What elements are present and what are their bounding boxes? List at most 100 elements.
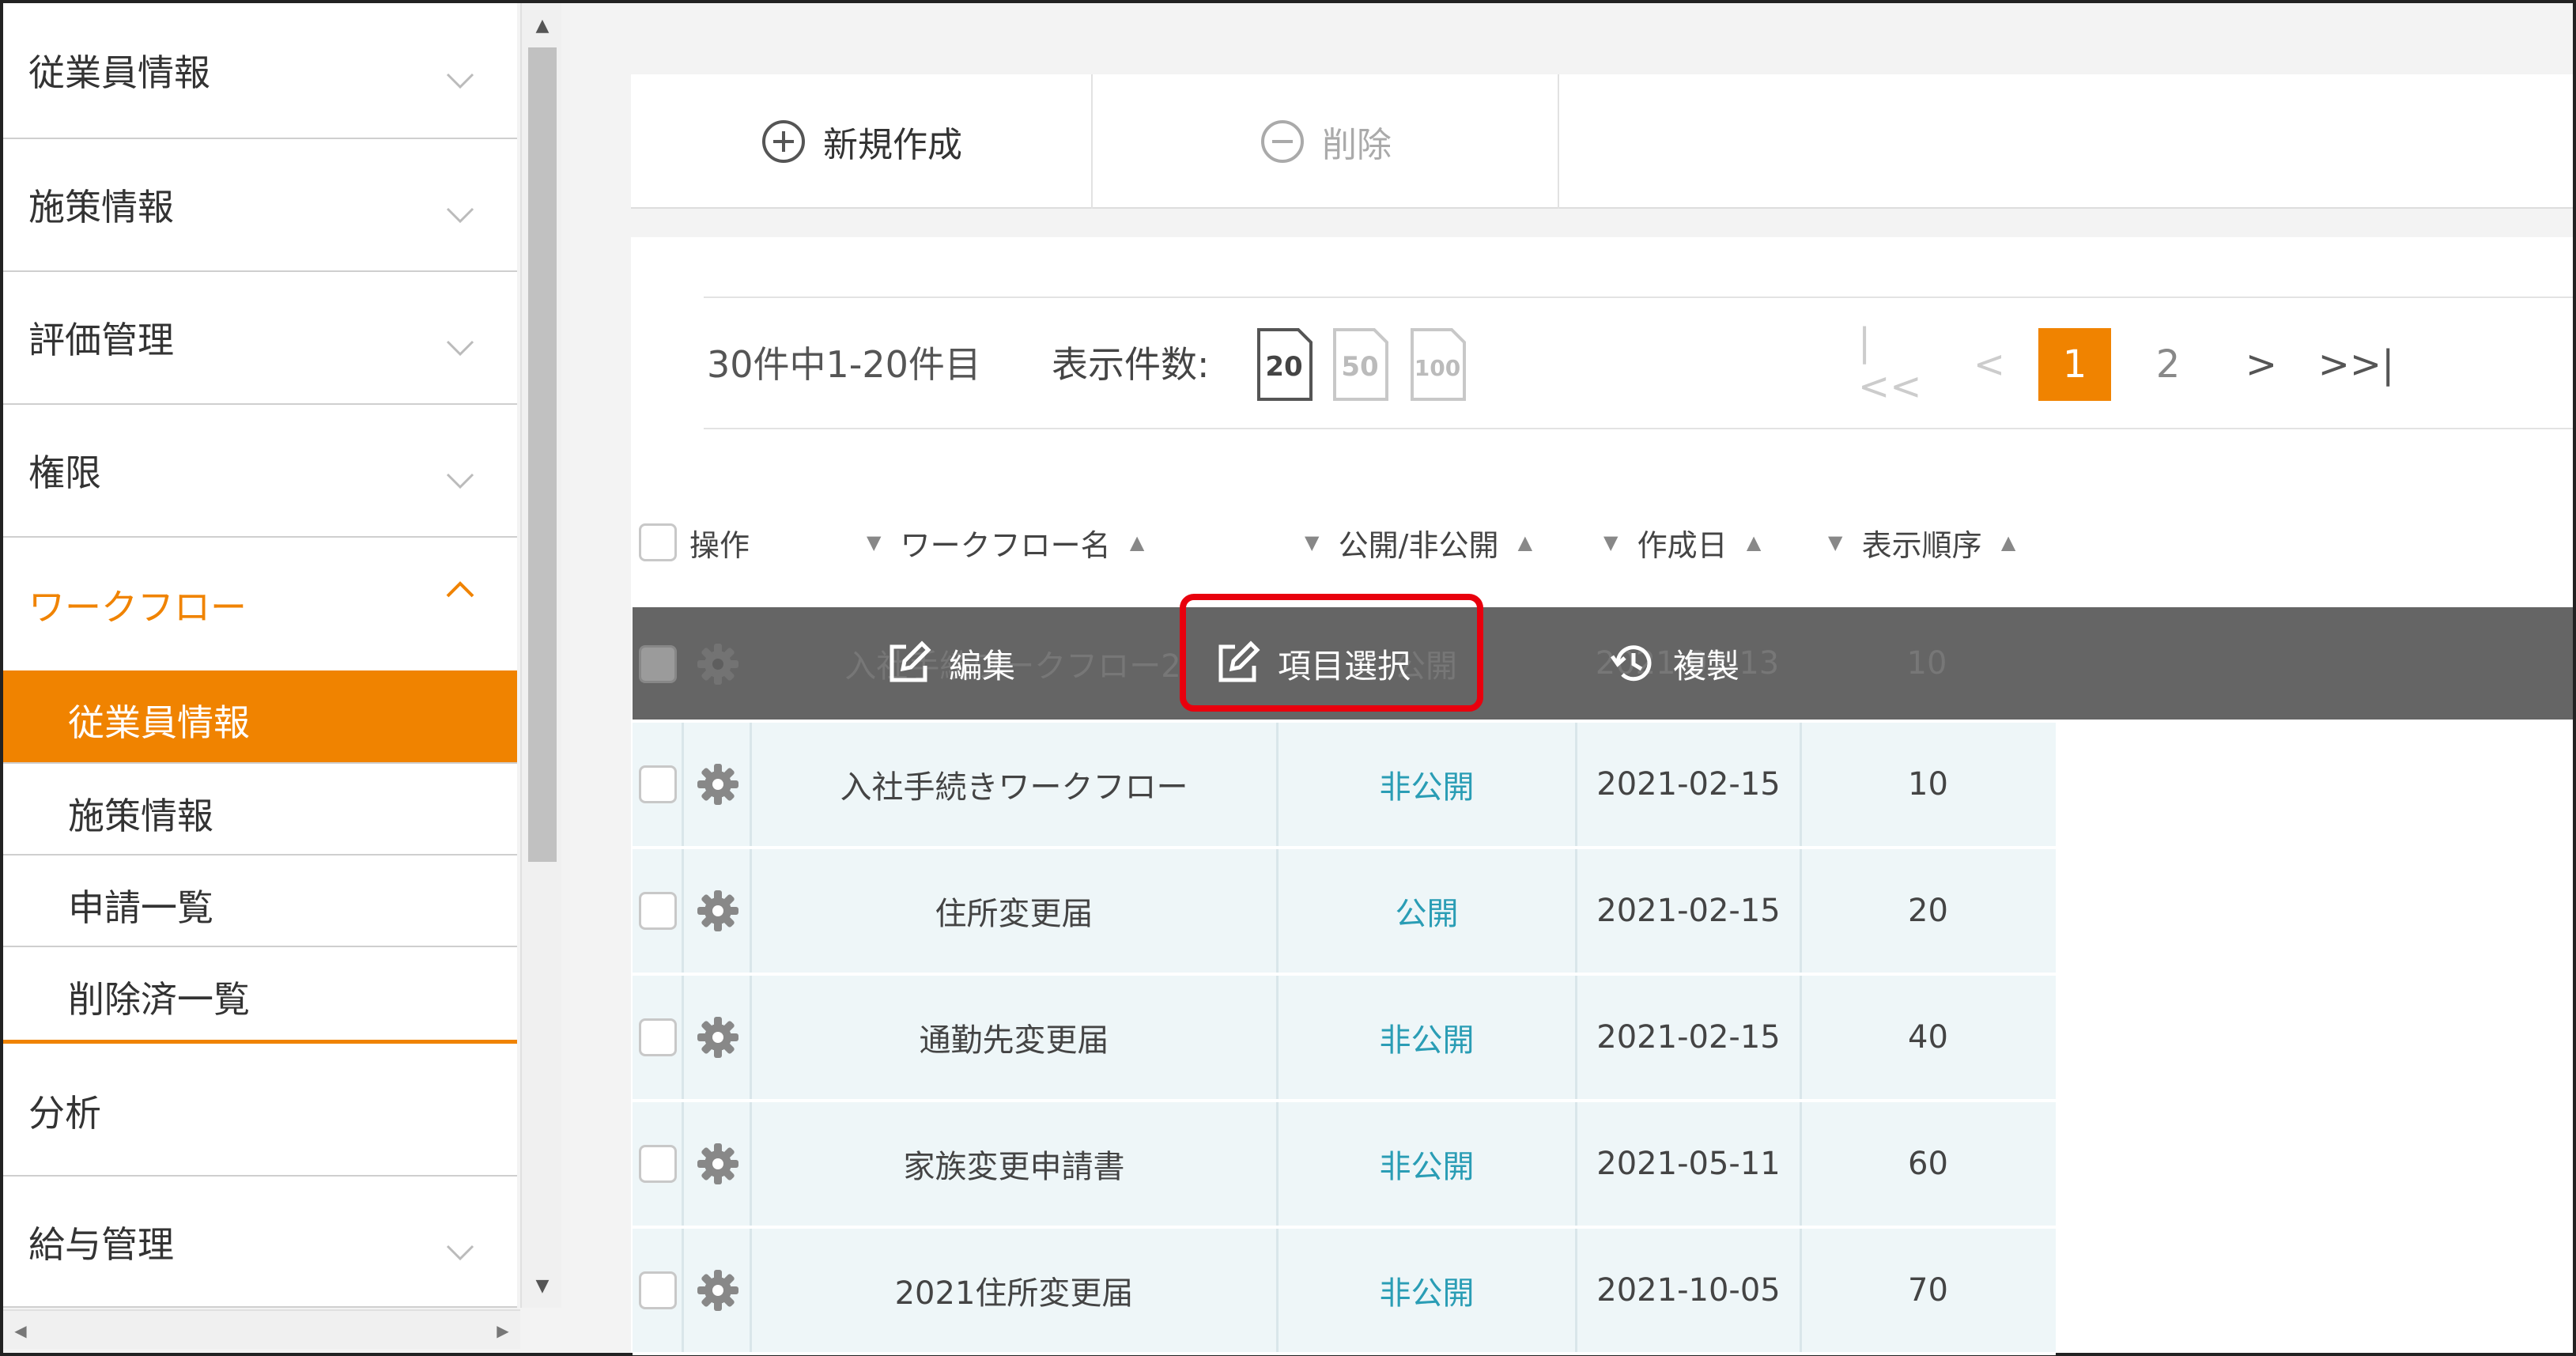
scroll-up-arrow-icon[interactable]: ▲ <box>522 8 563 43</box>
last-page-icon[interactable]: >>| <box>2318 328 2395 401</box>
sidebar-item-payroll[interactable]: 給与管理 <box>3 1177 517 1308</box>
header-visibility-sort[interactable]: ▼ 公開/非公開 ▲ <box>1305 487 1532 598</box>
header-created-sort[interactable]: ▼ 作成日 ▲ <box>1603 487 1761 598</box>
prev-page-icon[interactable]: < <box>1953 328 2026 401</box>
sidebar-item-label: 分析 <box>28 1092 101 1135</box>
header-name-sort[interactable]: ▼ ワークフロー名 ▲ <box>867 487 1144 598</box>
sidebar-horizontal-scrollbar[interactable]: ◀ ▶ <box>3 1309 520 1349</box>
list-panel: 30件中1-20件目 表示件数: 20 50 100 |<< < 1 2 > >… <box>631 237 2573 1355</box>
gear-cell <box>682 976 750 1099</box>
per-page-100-icon[interactable]: 100 <box>1411 328 1466 401</box>
gear-cell <box>682 723 750 846</box>
sidebar-item-label: 評価管理 <box>28 319 174 361</box>
select-all-checkbox[interactable] <box>639 523 677 561</box>
gear-cell <box>682 1229 750 1352</box>
row-checkbox[interactable] <box>639 892 677 930</box>
table-row[interactable]: 2021住所変更届 非公開 2021-10-05 70 <box>633 1229 2056 1355</box>
sidebar-item-analysis[interactable]: 分析 <box>3 1044 517 1177</box>
sidebar-item-employee-info[interactable]: 従業員情報 <box>3 3 517 139</box>
toolbar: 新規作成 削除 <box>631 74 2573 209</box>
row-checkbox[interactable] <box>639 765 677 803</box>
sidebar-subitem-label: 施策情報 <box>68 795 213 837</box>
sort-asc-icon: ▲ <box>2000 531 2016 553</box>
per-page-20-icon[interactable]: 20 <box>1257 328 1313 401</box>
table-row[interactable]: 家族変更申請書 非公開 2021-05-11 60 <box>633 1102 2056 1229</box>
sidebar-item-permissions[interactable]: 権限 <box>3 405 517 538</box>
new-button[interactable]: 新規作成 <box>631 74 1093 209</box>
copy-button-label: 複製 <box>1673 646 1740 686</box>
row-created: 2021-10-05 <box>1575 1229 1800 1352</box>
scroll-right-arrow-icon[interactable]: ▶ <box>487 1311 519 1350</box>
row-checkbox[interactable] <box>639 645 677 683</box>
hidden-row-order: 10 <box>1906 645 1947 682</box>
sidebar-item-label: ワークフロー <box>28 586 247 629</box>
sort-asc-icon: ▲ <box>1129 531 1145 553</box>
new-button-label: 新規作成 <box>823 125 962 165</box>
sidebar-item-measure-info[interactable]: 施策情報 <box>3 139 517 272</box>
sidebar-item-label: 権限 <box>28 451 101 494</box>
row-checkbox[interactable] <box>639 1145 677 1183</box>
row-checkbox[interactable] <box>639 1018 677 1056</box>
edit-button-label: 編集 <box>949 646 1016 686</box>
table-row[interactable]: 通勤先変更届 非公開 2021-02-15 40 <box>633 976 2056 1102</box>
header-order-sort[interactable]: ▼ 表示順序 ▲ <box>1828 487 2015 598</box>
row-name: 入社手続きワークフロー <box>750 723 1276 846</box>
chevron-down-icon <box>443 1235 478 1270</box>
sidebar-item-evaluation[interactable]: 評価管理 <box>3 272 517 405</box>
table-row[interactable]: 入社手続きワークフロー 非公開 2021-02-15 10 <box>633 723 2056 849</box>
chevron-down-icon <box>443 463 478 498</box>
plus-circle-icon <box>762 120 805 163</box>
row-created: 2021-02-15 <box>1575 849 1800 973</box>
header-created-label: 作成日 <box>1637 527 1728 563</box>
header-order-label: 表示順序 <box>1861 527 1982 563</box>
sidebar-subitem-label: 削除済一覧 <box>68 978 250 1021</box>
sidebar-subitem-application-list[interactable]: 申請一覧 <box>3 856 517 947</box>
row-name: 2021住所変更届 <box>750 1229 1276 1352</box>
chevron-down-icon <box>443 198 478 232</box>
gear-icon[interactable] <box>694 640 742 688</box>
first-page-icon[interactable]: |<< <box>1858 320 1931 409</box>
table-row[interactable]: 住所変更届 公開 2021-02-15 20 <box>633 849 2056 976</box>
edit-button[interactable]: 編集 <box>886 607 1015 720</box>
row-visibility[interactable]: 非公開 <box>1276 723 1575 846</box>
row-visibility[interactable]: 非公開 <box>1276 976 1575 1099</box>
sidebar-vertical-scrollbar[interactable]: ▲ ▼ <box>520 3 561 1308</box>
per-page-label: 表示件数: <box>1052 343 1210 386</box>
row-order: 60 <box>1800 1102 2054 1226</box>
row-visibility[interactable]: 公開 <box>1276 849 1575 973</box>
sidebar-item-label: 給与管理 <box>28 1223 174 1266</box>
row-name: 家族変更申請書 <box>750 1102 1276 1226</box>
sidebar-item-workflow[interactable]: ワークフロー <box>3 538 517 670</box>
per-page-50-icon[interactable]: 50 <box>1333 328 1388 401</box>
main-area: 新規作成 削除 30件中1-20件目 表示件数: 20 50 100 |<< <… <box>563 3 2573 1355</box>
sidebar-subitem-employee-info[interactable]: 従業員情報 <box>3 670 517 764</box>
row-created: 2021-02-15 <box>1575 976 1800 1099</box>
svg-text:20: 20 <box>1265 351 1302 383</box>
svg-text:50: 50 <box>1341 351 1378 383</box>
header-name-label: ワークフロー名 <box>900 527 1111 563</box>
row-visibility[interactable]: 非公開 <box>1276 1102 1575 1226</box>
svg-text:100: 100 <box>1415 355 1460 381</box>
row-action-overlay: 入社手続ワークフロー2 公開 2021-02-13 10 編集 項目選択 複製 <box>633 607 2573 720</box>
table-header: 操作 ▼ ワークフロー名 ▲ ▼ 公開/非公開 ▲ ▼ 作成日 ▲ ▼ 表示順序… <box>633 487 2056 598</box>
sidebar-subitem-deleted-list[interactable]: 削除済一覧 <box>3 947 517 1044</box>
page-1-button[interactable]: 1 <box>2038 328 2111 401</box>
page-2-button[interactable]: 2 <box>2132 328 2204 401</box>
delete-button[interactable]: 削除 <box>1093 74 1559 209</box>
row-visibility[interactable]: 非公開 <box>1276 1229 1575 1352</box>
gear-cell <box>682 849 750 973</box>
sort-asc-icon: ▲ <box>1517 531 1533 553</box>
row-checkbox[interactable] <box>639 1271 677 1309</box>
scroll-left-arrow-icon[interactable]: ◀ <box>5 1311 36 1350</box>
scroll-down-arrow-icon[interactable]: ▼ <box>522 1268 563 1303</box>
next-page-icon[interactable]: > <box>2225 328 2298 401</box>
sidebar-subitem-measure-info[interactable]: 施策情報 <box>3 764 517 856</box>
sidebar: 従業員情報 施策情報 評価管理 権限 ワークフロー 従業員情報 施策情報 申請一… <box>3 3 517 1308</box>
edit-icon <box>890 640 931 682</box>
sidebar-item-label: 施策情報 <box>28 186 174 229</box>
copy-button[interactable]: 複製 <box>1610 607 1739 720</box>
chevron-down-icon <box>443 63 478 98</box>
chevron-up-icon <box>443 572 478 607</box>
sidebar-item-label: 従業員情報 <box>28 51 210 94</box>
scrollbar-thumb[interactable] <box>528 47 557 862</box>
